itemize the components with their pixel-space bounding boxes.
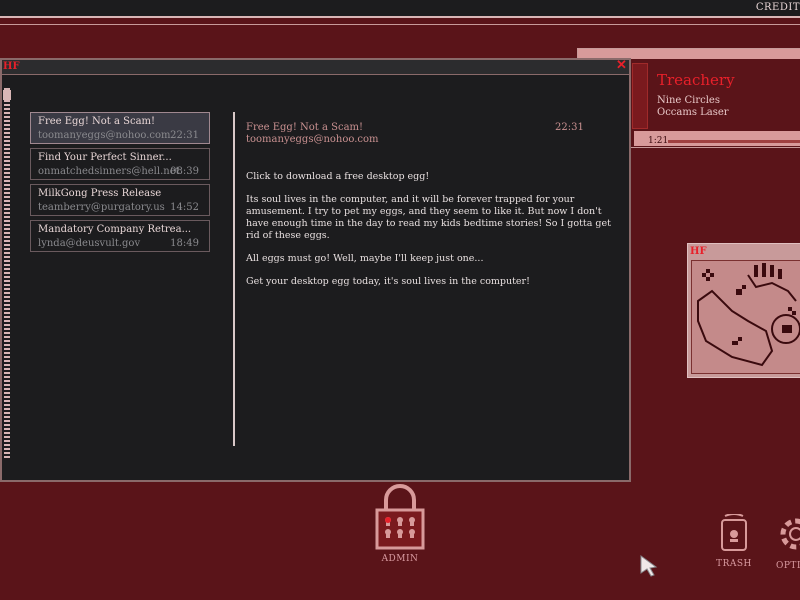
mail-item-time: 08:39 <box>170 166 199 177</box>
trash-label: TRASH <box>716 559 752 569</box>
mail-item-subject: MilkGong Press Release <box>38 188 162 199</box>
mail-item-subject: Free Egg! Not a Scam! <box>38 116 156 127</box>
mail-item-time: 22:31 <box>170 130 199 141</box>
mail-item-time: 18:49 <box>170 238 199 249</box>
mail-item[interactable]: Find Your Perfect Sinner... onmatchedsin… <box>30 148 210 180</box>
open-mail-body: Click to download a free desktop egg! It… <box>246 171 614 299</box>
open-mail-sender: toomanyeggs@nohoo.com <box>246 134 379 145</box>
admin-label: ADMIN <box>381 554 419 564</box>
mail-item-subject: Find Your Perfect Sinner... <box>38 152 172 163</box>
mail-item[interactable]: MilkGong Press Release teamberry@purgato… <box>30 184 210 216</box>
trash-icon[interactable]: TRASH <box>712 513 756 569</box>
close-icon[interactable]: ✕ <box>616 58 627 73</box>
credits-button[interactable]: CREDIT <box>756 2 800 13</box>
image-viewer-window: HF <box>687 243 800 378</box>
options-icon[interactable]: OPTI <box>776 514 800 571</box>
open-mail-time: 22:31 <box>555 122 584 133</box>
options-label: OPTI <box>776 561 800 571</box>
top-bar: CREDIT <box>0 0 800 18</box>
gear-icon <box>780 518 800 550</box>
mail-item-time: 14:52 <box>170 202 199 213</box>
trash-can-icon <box>721 513 747 551</box>
mail-item-sender: onmatchedsinners@hell.net <box>38 166 180 177</box>
album-cover <box>632 63 648 129</box>
playback-time: 1:21 <box>648 136 669 146</box>
mail-list: Free Egg! Not a Scam! toomanyeggs@nohoo.… <box>30 112 210 256</box>
hf-logo: HF <box>690 246 707 257</box>
pane-divider <box>233 112 235 446</box>
mail-item-sender: toomanyeggs@nohoo.com <box>38 130 171 141</box>
scrollbar-thumb[interactable] <box>3 90 11 100</box>
open-mail-subject: Free Egg! Not a Scam! <box>246 122 364 133</box>
mail-item-subject: Mandatory Company Retrea... <box>38 224 192 235</box>
hf-logo: HF <box>3 61 20 72</box>
playback-progress[interactable] <box>668 140 800 143</box>
pixel-art-image[interactable] <box>691 260 800 374</box>
album-name: Occams Laser <box>657 107 729 118</box>
mail-item-sender: lynda@deusvult.gov <box>38 238 141 249</box>
scrollbar-track[interactable] <box>4 88 10 458</box>
mail-paragraph: All eggs must go! Well, maybe I'll keep … <box>246 253 484 264</box>
pixel-art-drawing <box>697 263 800 367</box>
padlock-icon <box>375 484 425 550</box>
mail-paragraph: Its soul lives in the computer, and it w… <box>246 194 611 241</box>
divider-line <box>0 24 800 25</box>
download-link[interactable]: Click to download a free desktop egg! <box>246 171 614 183</box>
song-title: Treachery <box>657 71 735 89</box>
mail-item[interactable]: Free Egg! Not a Scam! toomanyeggs@nohoo.… <box>30 112 210 144</box>
mail-window-titlebar[interactable] <box>2 60 629 75</box>
artist-name: Nine Circles <box>657 95 720 106</box>
mouse-cursor-icon <box>640 555 658 577</box>
mail-paragraph: Get your desktop egg today, it's soul li… <box>246 276 530 287</box>
mail-item-sender: teamberry@purgatory.us <box>38 202 165 213</box>
mail-window: HF ✕ Free Egg! Not a Scam! toomanyeggs@n… <box>0 58 631 482</box>
mail-item[interactable]: Mandatory Company Retrea... lynda@deusvu… <box>30 220 210 252</box>
admin-lock-icon[interactable]: ADMIN <box>372 482 428 564</box>
